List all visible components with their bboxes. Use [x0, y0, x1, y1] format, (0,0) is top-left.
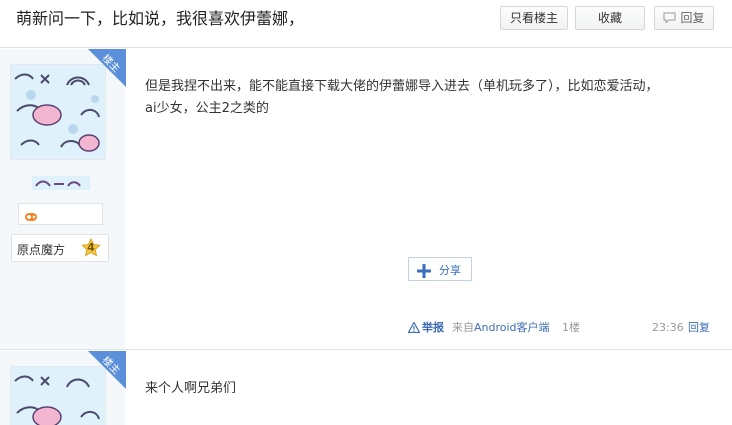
floor-number: 1楼 [562, 321, 580, 334]
author-nickname-image[interactable] [32, 175, 90, 190]
source-prefix: 来自 [452, 321, 474, 334]
speech-bubble-icon [663, 8, 676, 30]
post-floor-2: 楼主 来个人啊兄弟们 [0, 351, 732, 425]
post-content: 来个人啊兄弟们 [145, 378, 705, 400]
forum-tag-label: 原点魔方 [17, 243, 66, 257]
plus-icon [417, 263, 431, 282]
post-content: 但是我捏不出来，能不能直接下载大佬的伊蕾娜导入进去（单机玩多了），比如恋爱活动，… [145, 76, 705, 120]
star-badge-icon: 4 [80, 237, 102, 260]
reply-button-label: 回复 [680, 11, 705, 25]
post-reply-link[interactable]: 回复 [688, 321, 710, 335]
op-badge: 楼主 [88, 49, 126, 87]
post-content-line: ai少女，公主2之类的 [145, 101, 269, 116]
author-level-box [18, 203, 103, 225]
gamepad-icon [24, 208, 38, 227]
only-op-button[interactable]: 只看楼主 [500, 6, 568, 30]
warning-triangle-icon [407, 321, 421, 337]
forum-level-number: 4 [87, 241, 95, 254]
source-device-link[interactable]: Android客户端 [474, 321, 550, 334]
share-button[interactable]: 分享 [408, 257, 472, 281]
reply-button[interactable]: 回复 [654, 6, 714, 30]
author-column: 楼主 [0, 351, 126, 425]
favorite-button[interactable]: 收藏 [575, 6, 645, 30]
post-time: 23:36 [652, 321, 684, 334]
op-badge: 楼主 [88, 351, 126, 389]
post-source: 来自Android客户端 [452, 321, 550, 335]
post-floor-1: 楼主 原点魔方 4 但是我捏不出来，能不能直接下载大佬的伊蕾娜导入进去（单机玩多… [0, 49, 732, 350]
share-label: 分享 [439, 264, 461, 277]
post-content-line: 来个人啊兄弟们 [145, 381, 237, 396]
author-column: 楼主 原点魔方 4 [0, 49, 126, 349]
report-link[interactable]: 举报 [407, 321, 444, 337]
post-content-line: 但是我捏不出来，能不能直接下载大佬的伊蕾娜导入进去（单机玩多了），比如恋爱活动， [145, 79, 659, 94]
thread-title: 萌新问一下，比如说，我很喜欢伊蕾娜， [16, 9, 305, 28]
author-forum-tag[interactable]: 原点魔方 4 [11, 234, 109, 262]
report-label: 举报 [422, 321, 444, 334]
thread-header: 萌新问一下，比如说，我很喜欢伊蕾娜， 只看楼主 收藏 回复 [0, 0, 732, 48]
